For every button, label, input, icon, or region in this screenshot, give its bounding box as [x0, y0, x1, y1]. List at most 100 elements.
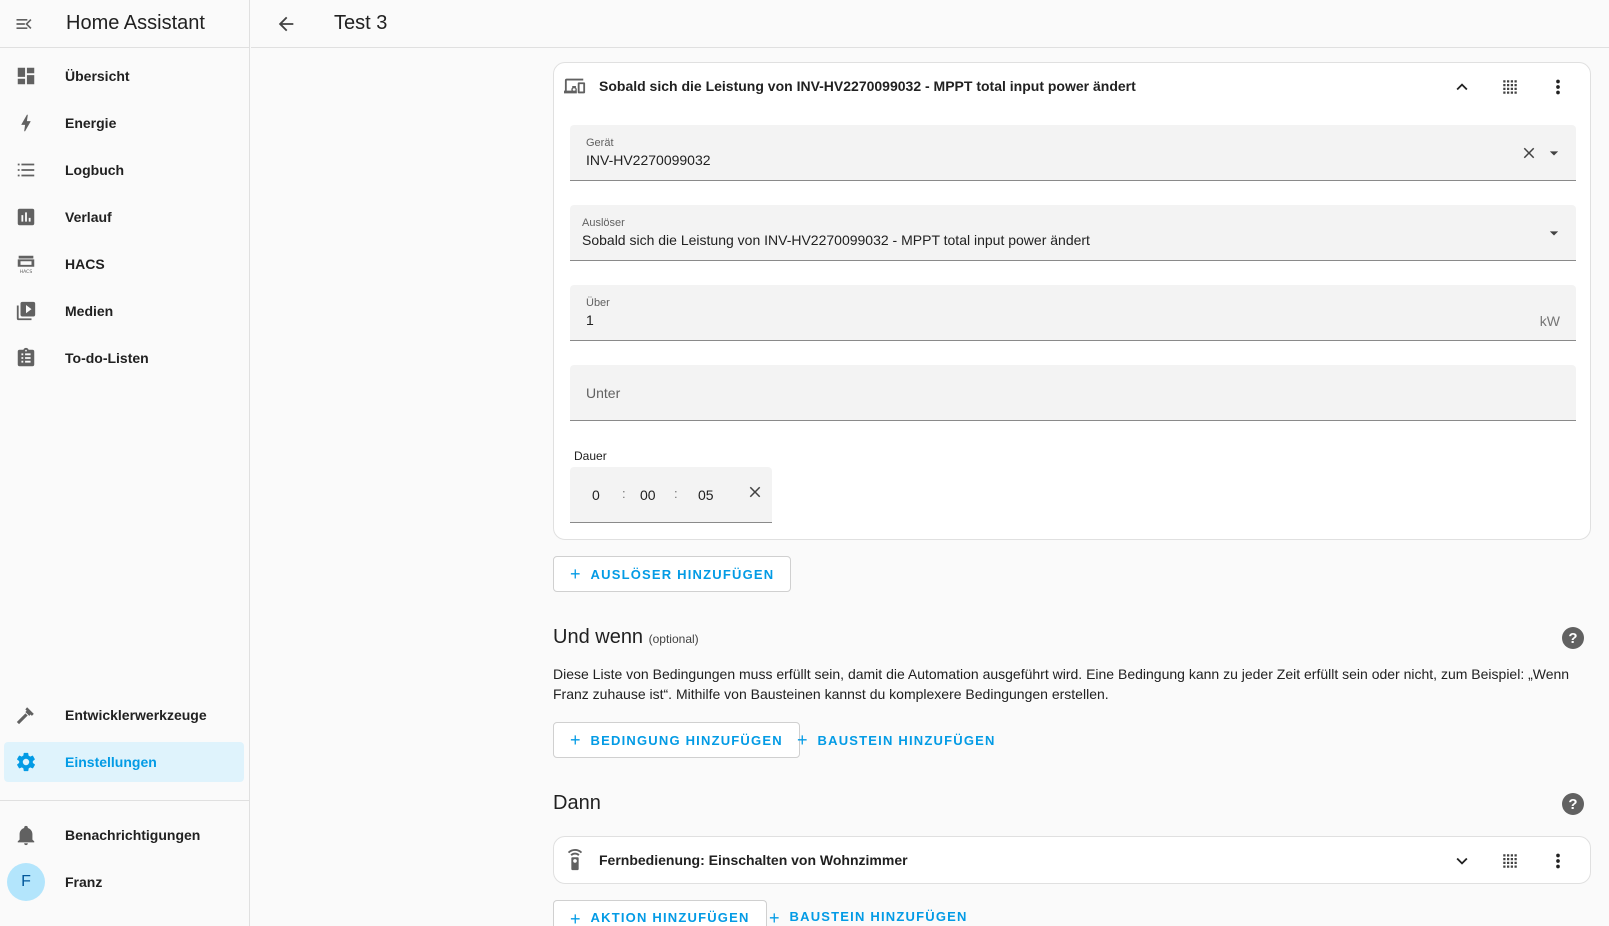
conditions-title: Und wenn: [553, 626, 644, 648]
plus-icon: +: [769, 908, 780, 926]
hacs-icon: HACS: [6, 244, 46, 284]
conditions-optional: (optional): [648, 632, 699, 646]
action-card[interactable]: Fernbedienung: Einschalten von Wohnzimme…: [553, 836, 1591, 884]
trigger-select[interactable]: Auslöser Sobald sich die Leistung von IN…: [570, 205, 1576, 261]
sidebar-item-label: Logbuch: [65, 162, 125, 178]
sidebar-item-entwicklerwerkzeuge[interactable]: Entwicklerwerkzeuge: [4, 695, 244, 735]
play-box-multiple-icon: [6, 291, 46, 331]
duration-input: 0 : 00 : 05: [570, 467, 772, 523]
trigger-label: Auslöser: [582, 217, 625, 229]
sidebar-item-benachrichtigungen[interactable]: Benachrichtigungen: [4, 815, 244, 855]
conditions-description: Diese Liste von Bedingungen muss erfüllt…: [553, 666, 1570, 702]
sidebar-item-label: Medien: [65, 303, 114, 319]
sidebar-item-label: HACS: [65, 256, 105, 272]
chart-box-icon: [6, 197, 46, 237]
actions-section-title: Dann: [553, 792, 601, 814]
format-list-icon: [6, 150, 46, 190]
user-name: Franz: [65, 874, 103, 890]
sidebar-item-user[interactable]: F Franz: [4, 862, 244, 902]
plus-icon: +: [797, 730, 808, 750]
action-card-header[interactable]: Fernbedienung: Einschalten von Wohnzimme…: [554, 837, 1590, 883]
device-label: Gerät: [586, 137, 614, 149]
plus-icon: +: [570, 564, 581, 584]
help-icon[interactable]: ?: [1562, 793, 1584, 815]
sidebar-item-label: Entwicklerwerkzeuge: [65, 707, 207, 723]
clipboard-list-icon: [6, 338, 46, 378]
add-building-block-label: BAUSTEIN HINZUFÜGEN: [789, 909, 968, 924]
sidebar-item-logbuch[interactable]: Logbuch: [4, 150, 244, 190]
trigger-card-title: Sobald sich die Leistung von INV-HV22700…: [599, 78, 1136, 94]
add-condition-label: BEDINGUNG HINZUFÜGEN: [590, 732, 783, 748]
cog-icon: [6, 742, 46, 782]
sidebar: Home Assistant Übersicht Energie Logbuch…: [0, 0, 250, 926]
chevron-up-icon[interactable]: [1438, 67, 1486, 107]
duration-separator: :: [622, 486, 626, 501]
trigger-value: Sobald sich die Leistung von INV-HV22700…: [582, 232, 1090, 248]
add-action-button[interactable]: + AKTION HINZUFÜGEN: [553, 900, 767, 926]
device-field-icons: [1520, 143, 1564, 168]
bell-icon: [6, 815, 46, 855]
trigger-field-icons: [1544, 223, 1564, 248]
add-building-block-button[interactable]: + BAUSTEIN HINZUFÜGEN: [753, 900, 984, 926]
sidebar-item-energie[interactable]: Energie: [4, 103, 244, 143]
clear-icon[interactable]: [746, 483, 764, 506]
action-card-title: Fernbedienung: Einschalten von Wohnzimme…: [599, 852, 908, 868]
plus-icon: +: [570, 909, 581, 926]
sidebar-item-hacs[interactable]: HACS HACS: [4, 244, 244, 284]
add-trigger-label: AUSLÖSER HINZUFÜGEN: [590, 566, 775, 582]
card-header-buttons: [1438, 67, 1582, 107]
chevron-down-icon[interactable]: [1438, 841, 1486, 881]
sidebar-item-medien[interactable]: Medien: [4, 291, 244, 331]
drag-handle-icon[interactable]: [1486, 841, 1534, 881]
sidebar-item-verlauf[interactable]: Verlauf: [4, 197, 244, 237]
sidebar-item-label: Verlauf: [65, 209, 112, 225]
device-value: INV-HV2270099032: [586, 152, 711, 168]
app-title: Home Assistant: [66, 12, 205, 34]
top-bar: Test 3: [251, 0, 1609, 48]
drag-handle-icon[interactable]: [1486, 67, 1534, 107]
avatar-wrap: F: [6, 862, 46, 902]
page-title: Test 3: [334, 12, 388, 34]
below-placeholder: Unter: [586, 385, 621, 401]
trigger-card-header[interactable]: Sobald sich die Leistung von INV-HV22700…: [554, 63, 1590, 109]
dashboard-icon: [6, 56, 46, 96]
add-building-block-button[interactable]: + BAUSTEIN HINZUFÜGEN: [781, 722, 1012, 758]
lightning-bolt-icon: [6, 103, 46, 143]
sidebar-item-einstellungen[interactable]: Einstellungen: [4, 742, 244, 782]
add-condition-button[interactable]: + BEDINGUNG HINZUFÜGEN: [553, 722, 800, 758]
sidebar-item-label: Energie: [65, 115, 117, 131]
remote-icon: [563, 848, 587, 872]
add-building-block-label: BAUSTEIN HINZUFÜGEN: [817, 732, 996, 748]
add-action-label: AKTION HINZUFÜGEN: [590, 910, 750, 925]
sidebar-item-label: Benachrichtigungen: [65, 827, 201, 843]
more-vert-icon[interactable]: [1534, 841, 1582, 881]
sidebar-item-label: Einstellungen: [65, 754, 157, 770]
above-label: Über: [586, 297, 610, 309]
duration-hours[interactable]: 0: [592, 487, 600, 503]
below-input[interactable]: Unter: [570, 365, 1576, 421]
add-trigger-button[interactable]: + AUSLÖSER HINZUFÜGEN: [553, 556, 792, 592]
dropdown-arrow-icon[interactable]: [1544, 223, 1564, 248]
hammer-icon: [6, 695, 46, 735]
above-unit: kW: [1539, 313, 1560, 329]
menu-collapse-icon[interactable]: [0, 0, 48, 48]
device-select[interactable]: Gerät INV-HV2270099032: [570, 125, 1576, 181]
duration-label: Dauer: [574, 449, 607, 463]
sidebar-header: Home Assistant: [0, 0, 249, 48]
duration-minutes[interactable]: 00: [640, 487, 656, 503]
clear-icon[interactable]: [1520, 144, 1538, 167]
sidebar-item-todo[interactable]: To-do-Listen: [4, 338, 244, 378]
more-vert-icon[interactable]: [1534, 67, 1582, 107]
duration-separator: :: [674, 486, 678, 501]
avatar: F: [7, 863, 45, 901]
dropdown-arrow-icon[interactable]: [1544, 143, 1564, 168]
sidebar-item-label: Übersicht: [65, 68, 130, 84]
above-input[interactable]: Über 1 kW: [570, 285, 1576, 341]
back-arrow-icon[interactable]: [262, 0, 310, 48]
duration-seconds[interactable]: 05: [698, 487, 714, 503]
sidebar-item-label: To-do-Listen: [65, 350, 149, 366]
help-icon[interactable]: ?: [1562, 627, 1584, 649]
sidebar-divider: [0, 800, 250, 801]
sidebar-item-uebersicht[interactable]: Übersicht: [4, 56, 244, 96]
svg-text:HACS: HACS: [20, 269, 33, 275]
